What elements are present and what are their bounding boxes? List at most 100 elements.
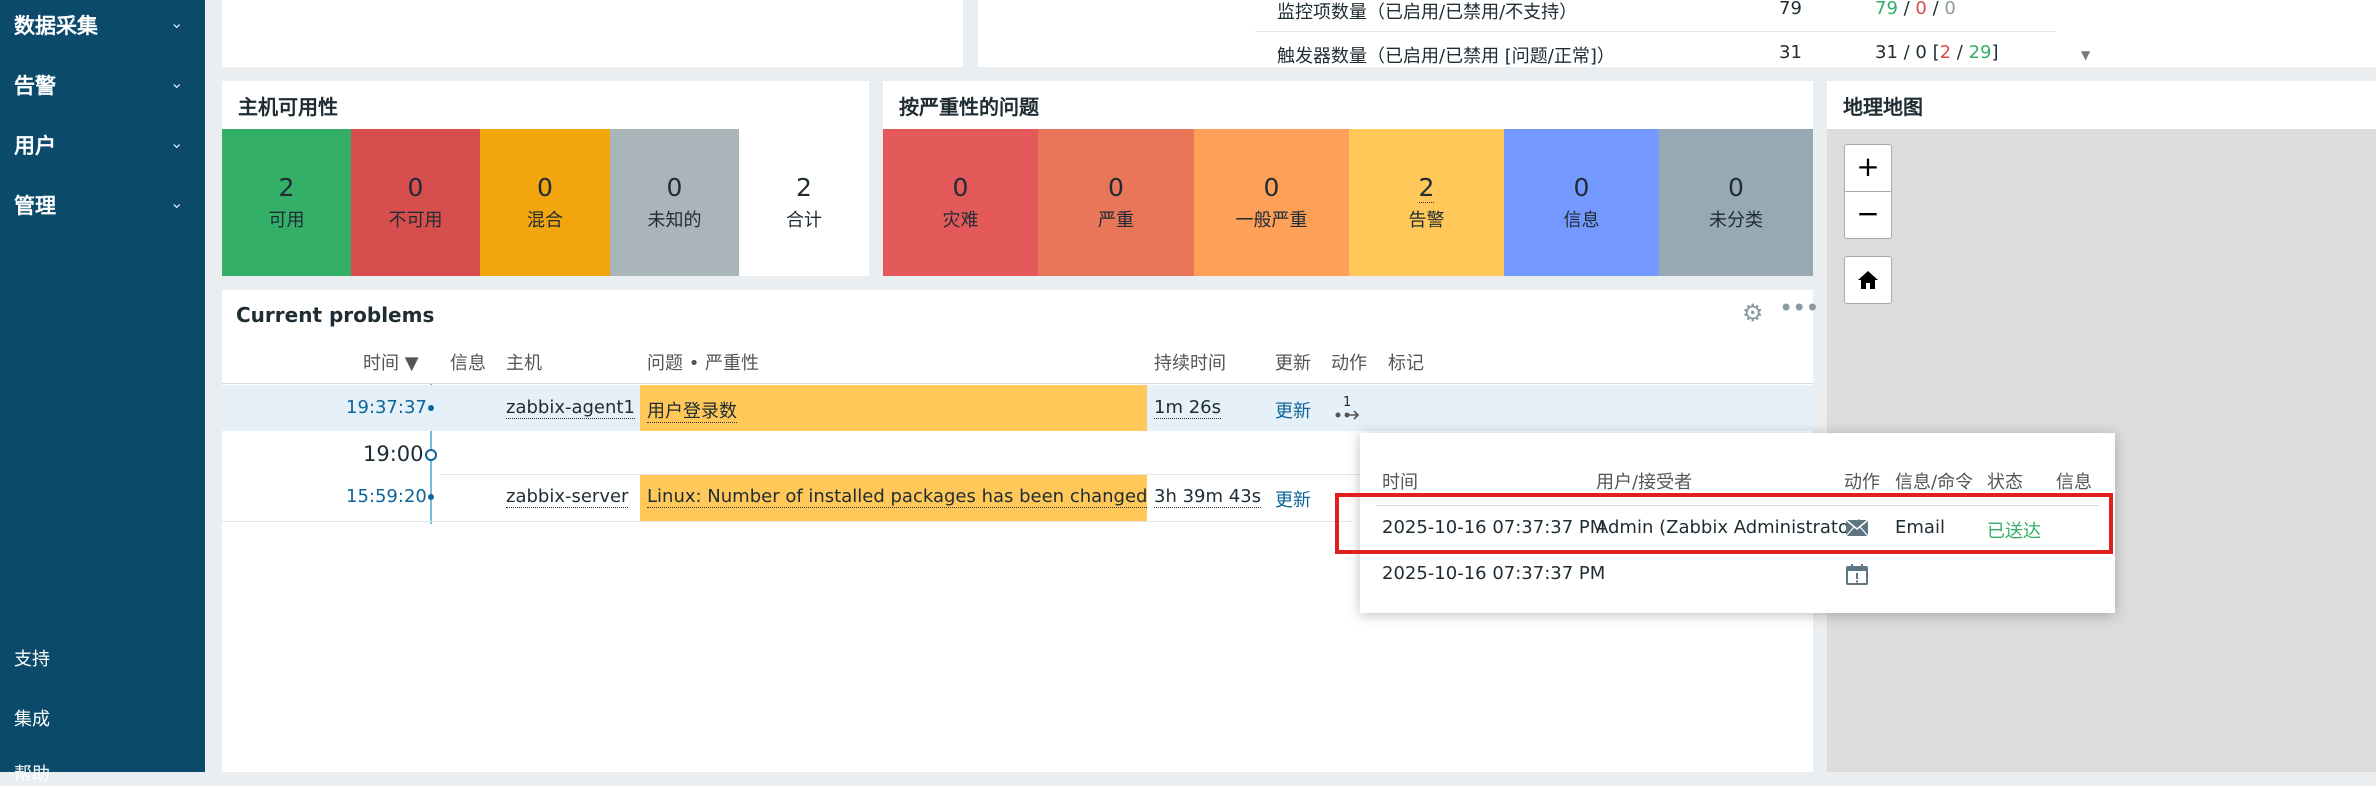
sidebar-item-label: 管理 [14,194,56,218]
chevron-down-icon[interactable]: ⌄ [170,193,183,212]
sidebar-item-alerts[interactable]: 告警 [14,70,56,100]
update-link[interactable]: 更新 [1275,486,1311,512]
items-breakdown: 79 / 0 / 0 [1875,0,1956,19]
time-marker: 19:00 [363,442,424,466]
severity-average[interactable]: 0 一般严重 [1194,129,1349,276]
duration-link[interactable]: 3h 39m 43s [1154,486,1262,508]
label: 严重 [1098,210,1134,231]
update-link[interactable]: 更新 [1275,397,1311,423]
sidebar-item-users[interactable]: 用户 [14,130,56,160]
sidebar-item-administration[interactable]: 管理 [14,190,56,220]
host-name[interactable]: zabbix-server [506,486,629,508]
home-icon [1858,271,1878,289]
col-time[interactable]: 时间 ▼ [363,349,419,375]
items-disabled: 0 [1915,0,1927,19]
gear-icon[interactable]: ⚙ [1742,299,1764,327]
items-total: 79 [1779,0,1802,19]
severity-disaster[interactable]: 0 灾难 [883,129,1038,276]
severity-not-classified[interactable]: 0 未分类 [1659,129,1813,276]
sidebar-item-label: 用户 [14,134,56,158]
problem-time-link[interactable]: 15:59:20 [346,486,427,507]
zoom-in-button[interactable]: + [1844,144,1892,192]
count: 0 [407,173,424,202]
host-name[interactable]: zabbix-agent1 [506,397,635,419]
col-tags: 标记 [1388,353,1424,374]
bracket: ] [1991,42,1999,63]
count: 0 [1728,173,1744,202]
popup-col-user: 用户/接受者 [1596,472,1693,493]
duration[interactable]: 1m 26s [1154,397,1221,419]
count[interactable]: 2 [1349,173,1504,203]
sidebar-item-support[interactable]: 支持 [14,645,50,671]
problem-name-link[interactable]: 用户登录数 [647,397,737,423]
more-options-icon[interactable]: ••• [1779,294,1819,322]
calendar-alert-icon [1846,564,1868,585]
items-count-label: 监控项数量（已启用/已禁用/不支持） [1277,2,1578,23]
col-actions: 动作 [1331,353,1367,374]
count: 0 [952,173,969,202]
chevron-down-icon[interactable]: ⌄ [170,133,183,152]
triggers-enabled-disabled: 31 / 0 [ [1875,42,1940,63]
scroll-down-arrow-icon[interactable]: ▼ [2081,48,2090,62]
problem-name-link[interactable]: Linux: Number of installed packages has … [647,486,1148,508]
label: 一般严重 [1235,210,1308,231]
panel-title: 地理地图 [1843,95,1923,119]
separator: / [1926,0,1945,19]
chevron-down-icon[interactable]: ⌄ [170,13,183,32]
separator: / [1897,0,1916,19]
geomap-panel: 地理地图 + − [1827,81,2376,772]
popup-row-time: 2025-10-16 07:37:37 PM [1382,563,1606,584]
chevron-down-icon[interactable]: ⌄ [170,73,183,92]
separator: / [1951,42,1969,63]
row-divider [1255,31,2055,32]
problem-time-link[interactable]: 19:37:37 [346,397,427,418]
warning-count-link[interactable]: 2 [1418,173,1435,203]
col-info: 信息 [450,353,486,374]
col-update: 更新 [1275,353,1311,374]
problem-name[interactable]: Linux: Number of installed packages has … [647,486,1148,508]
sidebar-item-label: 数据采集 [14,14,98,38]
host-link[interactable]: zabbix-server [506,486,629,508]
zoom-out-button[interactable]: − [1844,191,1892,239]
avail-total[interactable]: 2 合计 [739,129,869,276]
label: 混合 [527,210,563,231]
home-button[interactable] [1844,256,1892,304]
col-host[interactable]: 主机 [506,349,542,375]
avail-mixed[interactable]: 0 混合 [480,129,610,276]
severity-warning[interactable]: 2 告警 [1349,129,1504,276]
col-problem[interactable]: 问题 • 严重性 [647,349,759,375]
panel-title: Current problems [236,303,435,327]
items-unsupported: 0 [1944,0,1956,19]
duration-link[interactable]: 1m 26s [1154,397,1221,419]
sidebar-item-help[interactable]: 帮助 [14,760,50,786]
sidebar-item-integrations[interactable]: 集成 [14,705,50,731]
sidebar-item-label: 告警 [14,74,56,98]
severity-high[interactable]: 0 严重 [1038,129,1194,276]
sidebar-item-data-collection[interactable]: 数据采集 [14,10,98,40]
triggers-count-label: 触发器数量（已启用/已禁用 [问题/正常]） [1277,46,1615,67]
popup-col-message: 信息/命令 [1895,472,1974,493]
highlight-box [1335,493,2113,554]
items-enabled: 79 [1875,0,1898,19]
popup-col-time: 时间 [1382,472,1418,493]
count: 2 [796,173,812,202]
avail-unknown[interactable]: 0 未知的 [610,129,739,276]
duration[interactable]: 3h 39m 43s [1154,486,1262,508]
severity-information[interactable]: 0 信息 [1504,129,1659,276]
count: 0 [1263,173,1280,202]
count: 0 [1573,173,1590,202]
avail-unavailable[interactable]: 0 不可用 [351,129,480,276]
triggers-total: 31 [1779,42,1802,63]
avail-available[interactable]: 2 可用 [222,129,351,276]
top-panel-right [2112,0,2376,67]
count: 0 [537,173,553,202]
label: 未知的 [647,210,702,231]
sidebar: 数据采集 ⌄ 告警 ⌄ 用户 ⌄ 管理 ⌄ 支持 集成 帮助 [0,0,205,785]
host-link[interactable]: zabbix-agent1 [506,397,635,419]
label: 告警 [1408,210,1445,231]
popup-col-status: 状态 [1987,472,2023,493]
timeline-dot [428,405,434,411]
problem-name[interactable]: 用户登录数 [647,401,737,423]
label: 灾难 [942,210,979,231]
popup-col-action: 动作 [1844,472,1880,493]
